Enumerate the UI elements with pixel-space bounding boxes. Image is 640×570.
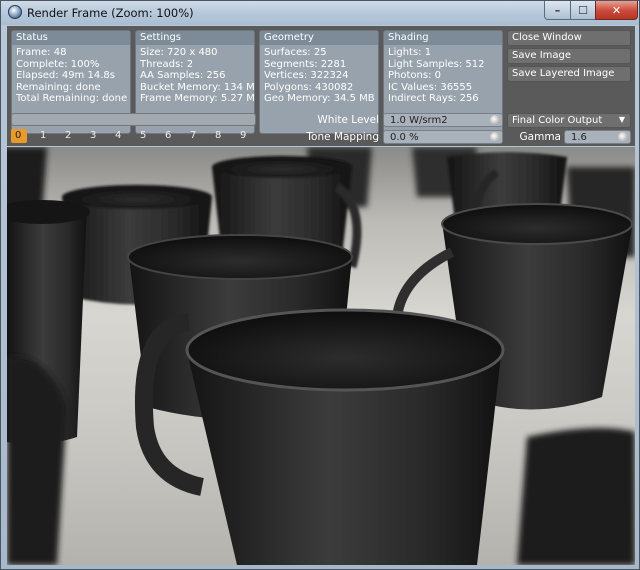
shading-light-samples: Light Samples: 512	[388, 58, 485, 70]
status-remaining: Remaining: done	[16, 81, 101, 93]
settings-threads: Threads: 2	[140, 58, 194, 70]
frame-buffer-4[interactable]: 4	[111, 129, 136, 143]
app-icon	[8, 5, 22, 19]
geometry-polygons: Polygons: 430082	[264, 81, 354, 93]
shading-photons: Photons: 0	[388, 70, 441, 81]
render-frame-window: Render Frame (Zoom: 100%) – ☐ ✕ Status F…	[0, 0, 640, 570]
white-level-label: White Level	[317, 114, 379, 126]
frame-buffer-0[interactable]: 0	[11, 129, 27, 143]
render-progress-bar	[11, 113, 256, 126]
geometry-vertices: Vertices: 322324	[264, 70, 349, 81]
frame-buffer-3[interactable]: 3	[86, 129, 111, 143]
settings-header: Settings	[136, 31, 254, 45]
tone-mapping-dial-icon[interactable]	[490, 132, 500, 142]
close-button[interactable]: ✕	[595, 1, 638, 20]
tone-mapping-value: 0.0 %	[390, 132, 419, 143]
frame-buffer-5[interactable]: 5	[136, 129, 161, 143]
gamma-label: Gamma	[519, 131, 561, 143]
maximize-button[interactable]: ☐	[570, 1, 596, 20]
tone-mapping-label: Tone Mapping	[306, 131, 379, 143]
shading-header: Shading	[384, 31, 502, 45]
render-info-panel: Status Frame: 48 Complete: 100% Elapsed:…	[7, 26, 635, 146]
close-window-button[interactable]: Close Window	[507, 30, 631, 46]
shading-lights: Lights: 1	[388, 47, 432, 58]
tone-mapping-field[interactable]: 0.0 %	[383, 130, 503, 144]
white-level-field[interactable]: 1.0 W/srm2	[383, 113, 503, 127]
white-level-value: 1.0 W/srm2	[390, 115, 448, 126]
frame-buffer-7[interactable]: 7	[186, 129, 211, 143]
settings-frame-memory: Frame Memory: 5.27 MB	[140, 93, 255, 104]
geometry-header: Geometry	[260, 31, 378, 45]
frame-buffer-8[interactable]: 8	[211, 129, 236, 143]
frame-buffer-6[interactable]: 6	[161, 129, 186, 143]
gamma-dial-icon[interactable]	[618, 132, 628, 142]
frame-buffer-2[interactable]: 2	[61, 129, 86, 143]
gamma-field[interactable]: 1.6	[564, 130, 631, 144]
settings-bucket-memory: Bucket Memory: 134 MB	[140, 81, 255, 93]
white-level-dial-icon[interactable]	[490, 115, 500, 125]
chevron-down-icon: ▼	[618, 115, 625, 124]
save-layered-image-button[interactable]: Save Layered Image	[507, 66, 631, 82]
status-complete: Complete: 100%	[16, 58, 100, 70]
settings-size: Size: 720 x 480	[140, 47, 218, 58]
rendered-mugs-image	[7, 147, 635, 565]
shading-indirect-rays: Indirect Rays: 256	[388, 93, 479, 104]
gamma-value: 1.6	[571, 132, 587, 143]
geometry-surfaces: Surfaces: 25	[264, 47, 327, 58]
output-select[interactable]: Final Color Output ▼	[507, 113, 631, 128]
frame-buffer-9[interactable]: 9	[236, 129, 261, 143]
settings-aa-samples: AA Samples: 256	[140, 70, 226, 81]
save-image-button[interactable]: Save Image	[507, 48, 631, 64]
minimize-button[interactable]: –	[544, 1, 571, 20]
shading-ic-values: IC Values: 36555	[388, 81, 473, 93]
status-total-remaining: Total Remaining: done	[16, 93, 128, 104]
frame-buffer-selector: 0 1 2 3 4 5 6 7 8 9	[11, 129, 261, 143]
window-title: Render Frame (Zoom: 100%)	[27, 6, 194, 20]
geometry-segments: Segments: 2281	[264, 58, 347, 70]
title-bar[interactable]: Render Frame (Zoom: 100%) – ☐ ✕	[1, 1, 639, 25]
output-select-value: Final Color Output	[512, 115, 603, 126]
status-frame: Frame: 48	[16, 47, 67, 58]
status-elapsed: Elapsed: 49m 14.8s	[16, 70, 115, 81]
render-viewport[interactable]	[7, 147, 635, 565]
geometry-geo-memory: Geo Memory: 34.5 MB	[264, 93, 375, 104]
status-header: Status	[12, 31, 130, 45]
frame-buffer-1[interactable]: 1	[36, 129, 61, 143]
